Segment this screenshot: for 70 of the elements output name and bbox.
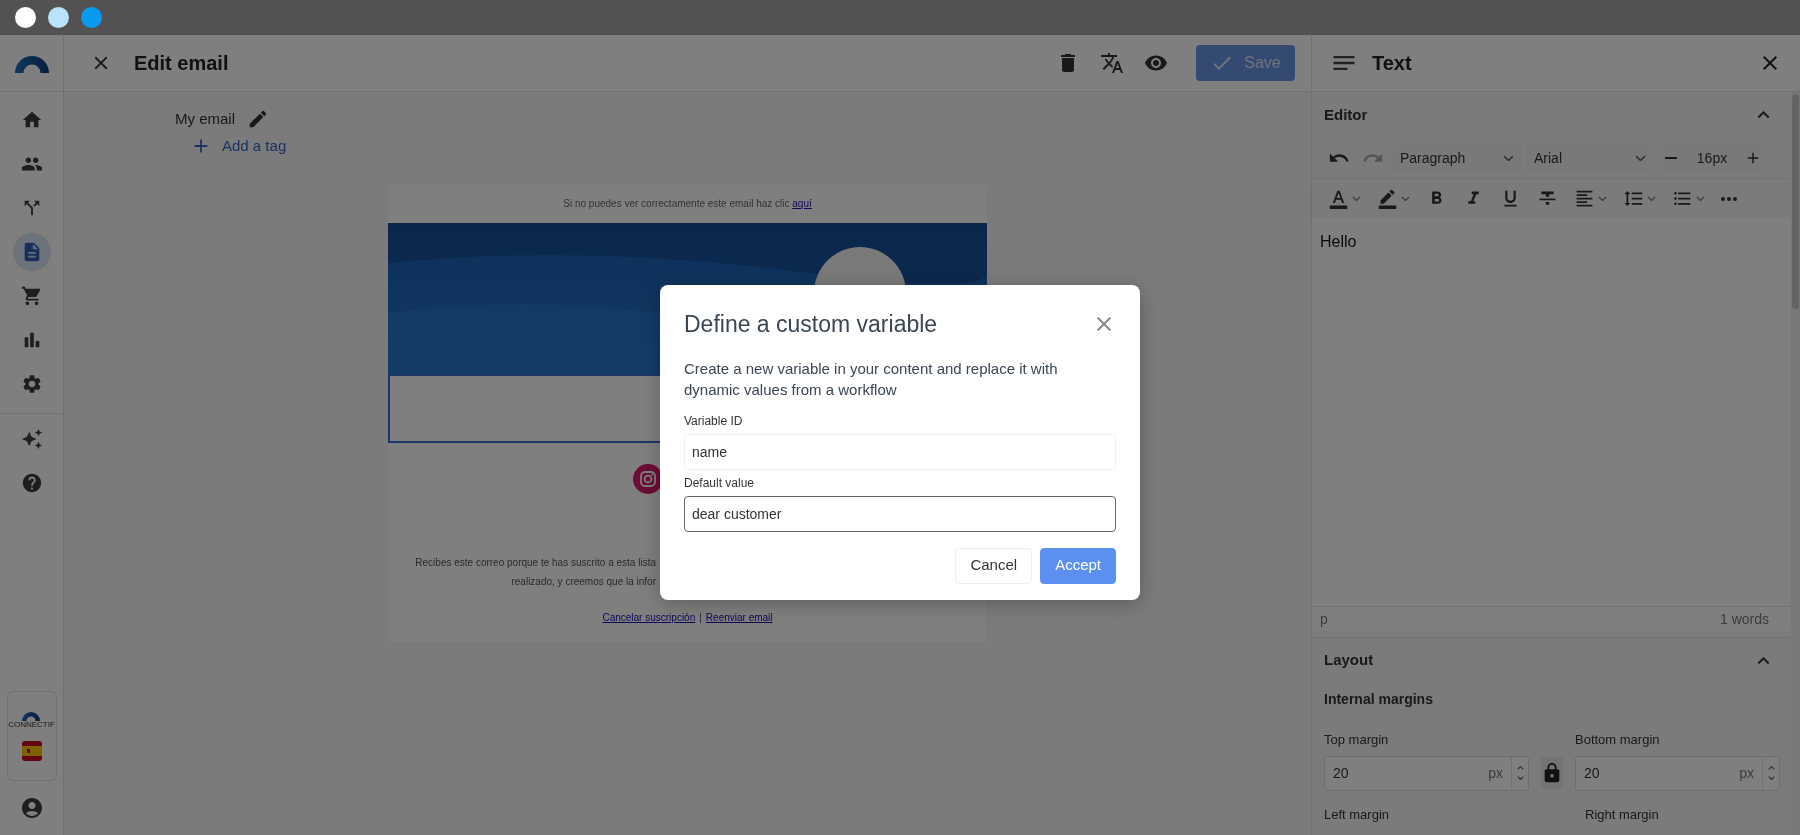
field-label: Top margin [1324, 731, 1390, 749]
text-color-icon [1328, 188, 1349, 209]
chevron-down-icon [1503, 154, 1514, 162]
logo-icon [14, 53, 49, 73]
scrollbar-thumb[interactable] [1792, 94, 1799, 309]
chevron-up-icon [1516, 766, 1524, 771]
chevron-down-icon [1696, 195, 1705, 202]
scrollbar[interactable] [1791, 92, 1800, 835]
number-field[interactable]: 20 px [1575, 755, 1780, 791]
email-name: My email [175, 109, 235, 129]
footer-text: realizado, y creemos que la infor [511, 575, 656, 589]
field-label: Default value [684, 474, 756, 492]
align-left-icon [1574, 188, 1595, 209]
add-tag-button[interactable]: Add a tag [190, 134, 287, 157]
line-spacing-icon [1623, 188, 1644, 209]
minus-icon [1665, 157, 1677, 159]
help-icon [20, 472, 43, 494]
forward-link[interactable]: Reenviar email [705, 610, 773, 625]
cancel-button[interactable]: Cancel [955, 547, 1033, 584]
brand-text: CONNECTIF [8, 721, 55, 729]
field-label: Variable ID [684, 412, 744, 430]
chevron-down-icon [1516, 775, 1524, 780]
chevron-up-icon [1756, 656, 1770, 665]
chevron-down-icon [1647, 195, 1656, 202]
chevron-up-icon [1767, 766, 1775, 771]
footer-text: Recibes este correo porque te has suscrito a esta lista [415, 556, 656, 570]
more-icon [1721, 196, 1737, 201]
lock-button[interactable] [1541, 756, 1563, 789]
chevron-down-icon [1598, 195, 1607, 202]
section-title: Layout [1324, 650, 1374, 671]
field-value: 20 [1333, 763, 1350, 783]
editor-text: Hello [1320, 232, 1358, 252]
text-field[interactable]: name [684, 433, 1116, 470]
field-label: Right margin [1585, 805, 1659, 824]
dialog-title: Define a custom variable [684, 310, 938, 339]
dialog-description: Create a new variable in your content and replace it with dynamic values from a workflow [684, 358, 1059, 400]
field-label: Bottom margin [1575, 731, 1661, 749]
number-field[interactable]: 20 px [1324, 755, 1529, 791]
chevron-down-icon [1635, 154, 1646, 162]
panel-title: Text [1372, 51, 1412, 76]
unit-label: px [1739, 763, 1754, 783]
highlighter-icon [1377, 188, 1398, 209]
subsection-title: Internal margins [1324, 690, 1434, 709]
translate-icon [1100, 51, 1124, 75]
flag-icon [21, 741, 42, 761]
chevron-down-icon [1767, 775, 1775, 780]
font-size-value: 16px [1696, 148, 1728, 168]
chevron-down-icon [1352, 195, 1361, 202]
link-separator: | [699, 611, 702, 625]
chevron-down-icon [1401, 195, 1410, 202]
element-path: p [1320, 609, 1328, 629]
account-icon [19, 796, 44, 820]
unit-label: px [1488, 763, 1503, 783]
page-title: Edit email [134, 51, 229, 76]
sidebar-item[interactable] [12, 233, 51, 271]
section-title: Editor [1324, 104, 1368, 125]
sparkles-icon [20, 428, 43, 450]
workspace-card[interactable]: CONNECTIF [6, 691, 57, 781]
settings-icon [20, 373, 43, 395]
chevron-up-icon [1756, 111, 1770, 119]
here-link[interactable]: aquí [792, 198, 812, 209]
text-field[interactable]: dear customer [684, 495, 1116, 532]
unsubscribe-link[interactable]: Cancelar suscripción [602, 610, 696, 625]
word-count: 1 words [1719, 609, 1769, 629]
field-label: Left margin [1324, 805, 1391, 824]
view-online-note: Si no puedes ver correctamente este email haz clic aquí [562, 197, 813, 211]
logo-icon [22, 711, 41, 721]
cart-icon [20, 285, 43, 307]
accept-button[interactable]: Accept [1040, 547, 1116, 584]
field-value: 20 [1584, 763, 1601, 783]
